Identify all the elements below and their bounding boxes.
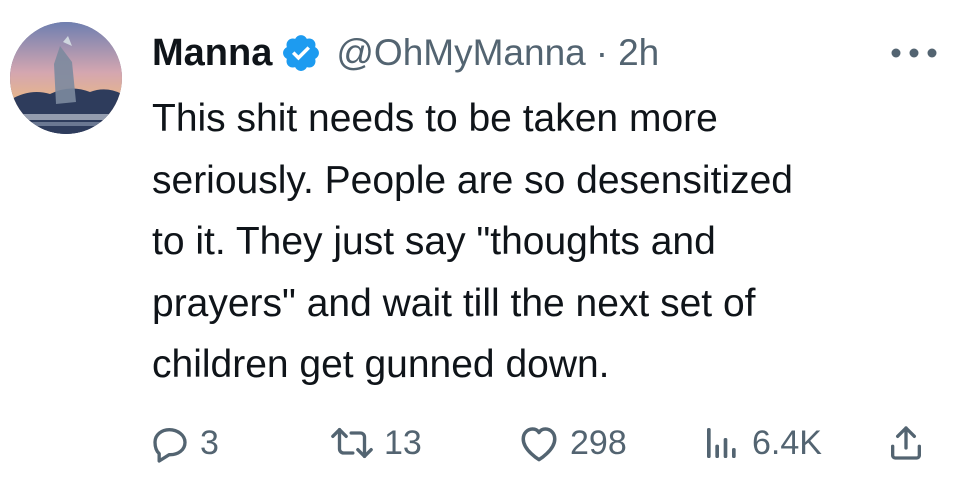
- views-icon: [702, 423, 742, 463]
- share-icon: [886, 423, 926, 463]
- tweet-text: This shit needs to be taken more serious…: [152, 88, 912, 396]
- verified-badge-icon: [280, 32, 322, 74]
- retweet-icon: [330, 423, 374, 463]
- timestamp[interactable]: 2h: [618, 32, 659, 74]
- more-icon[interactable]: [889, 46, 939, 60]
- tweet-header: Manna @OhMyManna · 2h: [152, 24, 659, 82]
- tweet-text-line: prayers" and wait till the next set of: [152, 281, 756, 325]
- tweet-text-line: to it. They just say "thoughts and: [152, 220, 716, 263]
- avatar[interactable]: [10, 22, 122, 134]
- tweet-text-line: children get gunned down.: [152, 343, 610, 386]
- action-bar: 3 13 298 6.4K: [150, 416, 940, 470]
- retweet-button[interactable]: 13: [330, 416, 422, 470]
- author-name[interactable]: Manna: [152, 32, 272, 75]
- views-count: 6.4K: [752, 423, 822, 462]
- like-count: 298: [570, 423, 627, 462]
- reply-count: 3: [200, 423, 219, 462]
- retweet-count: 13: [384, 423, 422, 462]
- reply-button[interactable]: 3: [150, 416, 219, 470]
- tweet-text-line: seriously. People are so desensitized: [152, 158, 793, 202]
- like-button[interactable]: 298: [518, 416, 627, 470]
- heart-icon: [518, 423, 560, 463]
- tweet-text-line: This shit needs to be taken more: [152, 97, 718, 140]
- separator-dot: ·: [595, 32, 609, 73]
- author-handle[interactable]: @OhMyManna: [336, 32, 585, 74]
- reply-icon: [150, 423, 190, 463]
- views-button[interactable]: 6.4K: [702, 416, 822, 470]
- share-button[interactable]: [886, 416, 926, 470]
